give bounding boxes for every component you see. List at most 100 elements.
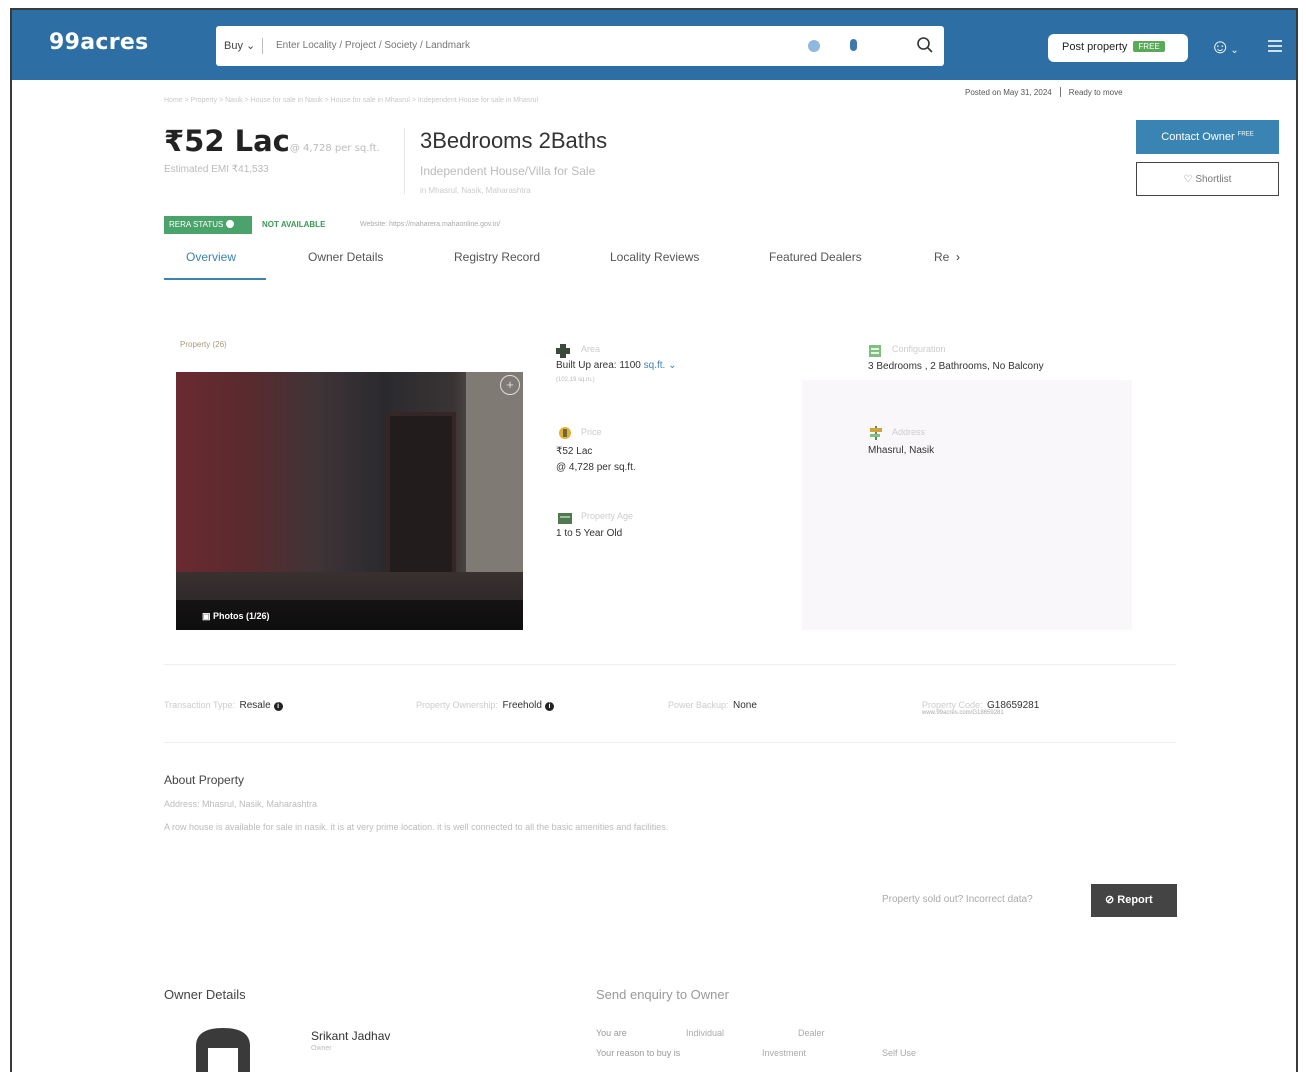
price-tag-icon <box>559 427 571 439</box>
rera-website[interactable]: Website: https://maharera.mahaonline.gov… <box>360 221 500 228</box>
listing-price: ₹52 Lac@ 4,728 per sq.ft. <box>164 124 380 158</box>
free-badge: FREE <box>1133 41 1165 52</box>
info-icon[interactable]: i <box>273 702 283 711</box>
tab-featured-dealers[interactable]: Featured Dealers <box>769 250 862 264</box>
area-value: Built Up area: 1100 sq.ft. ⌄ <box>556 360 677 371</box>
area-value-text: Built Up area: 1100 <box>556 360 641 371</box>
search-bar: Buy ⌄ <box>216 26 944 66</box>
tab-overview[interactable]: Overview <box>186 250 236 264</box>
photo-door <box>386 412 456 582</box>
property-code-url[interactable]: www.99acres.com/G18659281 <box>922 710 1004 716</box>
address-label: Address <box>892 427 926 437</box>
report-question: Property sold out? Incorrect data? <box>882 894 1033 905</box>
map-placeholder <box>802 380 1132 630</box>
rera-availability: NOT AVAILABLE <box>262 220 326 229</box>
tab-owner-details[interactable]: Owner Details <box>308 250 383 264</box>
fact-ownership: Property Ownership: Freehold i <box>416 695 554 713</box>
rera-info-icon[interactable] <box>226 220 235 228</box>
divider-top <box>164 664 1176 665</box>
owner-avatar-icon <box>196 1028 250 1072</box>
info-icon[interactable]: i <box>544 702 554 711</box>
tab-registry-record[interactable]: Registry Record <box>454 250 540 264</box>
fact-transaction: Transaction Type: Resale i <box>164 695 283 713</box>
enquiry-heading: Send enquiry to Owner <box>596 987 729 1002</box>
price-value: ₹52 Lac <box>164 124 290 158</box>
owner-details-heading: Owner Details <box>164 987 246 1002</box>
address-value: Mhasrul, Nasik <box>868 445 935 456</box>
camera-icon: ▣ <box>202 611 211 621</box>
mic-icon[interactable] <box>850 39 857 51</box>
you-are-label: You are <box>596 1028 627 1038</box>
transaction-value: Resale <box>239 700 271 711</box>
tab-re[interactable]: Re <box>934 250 949 264</box>
option-dealer[interactable]: Dealer <box>798 1028 825 1038</box>
area-sqm: (102.19 sq.m.) <box>556 377 595 383</box>
ownership-label: Property Ownership: <box>416 700 499 710</box>
property-photo[interactable]: + ▣ Photos (1/26) <box>176 372 523 630</box>
posted-info: Posted on May 31, 2024 Ready to move <box>965 87 1123 97</box>
about-description: A row house is available for sale in nas… <box>164 822 669 832</box>
posted-date: Posted on May 31, 2024 <box>965 88 1052 97</box>
buy-dropdown[interactable]: Buy ⌄ <box>224 39 255 52</box>
power-backup-label: Power Backup: <box>668 700 729 710</box>
top-navbar: 99acres Buy ⌄ Post property FREE ☺⌄ <box>12 10 1296 80</box>
area-unit-dropdown[interactable]: sq.ft. ⌄ <box>644 360 677 371</box>
posted-separator <box>1059 87 1061 97</box>
configuration-label: Configuration <box>892 344 946 354</box>
post-property-button[interactable]: Post property FREE <box>1048 34 1188 62</box>
tab-locality-reviews[interactable]: Locality Reviews <box>610 250 699 264</box>
area-label: Area <box>581 344 601 354</box>
search-divider <box>262 38 263 54</box>
configuration-icon <box>869 345 881 357</box>
owner-role: Owner <box>311 1045 332 1052</box>
breadcrumb[interactable]: Home > Property > Nasik > House for sale… <box>164 97 538 104</box>
area-icon <box>556 344 570 358</box>
about-property-heading: About Property <box>164 773 245 787</box>
zoom-icon[interactable]: + <box>500 375 520 395</box>
estimated-emi[interactable]: Estimated EMI ₹41,533 <box>164 164 269 175</box>
calendar-icon <box>558 513 572 524</box>
report-button[interactable]: ⊘ Report <box>1091 884 1177 917</box>
browser-frame: 99acres Buy ⌄ Post property FREE ☺⌄ Home … <box>10 8 1298 1072</box>
option-individual[interactable]: Individual <box>686 1028 724 1038</box>
user-account-icon[interactable]: ☺⌄ <box>1210 36 1239 59</box>
listing-location: in Mhasrul, Nasik, Maharashtra <box>420 186 531 195</box>
divider-bottom <box>164 742 1176 743</box>
price-spec-per: @ 4,728 per sq.ft. <box>556 462 636 473</box>
property-age-value: 1 to 5 Year Old <box>556 528 623 539</box>
active-tab-indicator <box>164 278 266 280</box>
ownership-value: Freehold <box>502 700 542 711</box>
search-icon[interactable] <box>916 36 934 54</box>
power-backup-value: None <box>732 700 757 711</box>
price-label: Price <box>581 427 602 437</box>
rera-badge-label: RERA STATUS <box>169 220 224 229</box>
location-icon[interactable] <box>808 40 820 52</box>
price-per-sqft: @ 4,728 per sq.ft. <box>289 143 380 154</box>
possession-status: Ready to move <box>1068 88 1123 97</box>
price-spec-value: ₹52 Lac <box>556 446 593 457</box>
report-icon: ⊘ <box>1105 894 1115 906</box>
contact-owner-button[interactable]: Contact Owner FREE <box>1136 120 1279 154</box>
title-divider <box>404 128 405 194</box>
about-address: Address: Mhasrul, Nasik, Maharashtra <box>164 799 318 809</box>
listing-title: 3Bedrooms 2Baths <box>420 128 608 153</box>
address-signpost-icon <box>870 426 882 440</box>
post-property-label: Post property <box>1062 41 1128 53</box>
contact-owner-label: Contact Owner <box>1161 131 1235 143</box>
property-age-label: Property Age <box>581 511 634 521</box>
configuration-value: 3 Bedrooms , 2 Bathrooms, No Balcony <box>868 361 1044 372</box>
logo[interactable]: 99acres <box>49 30 148 55</box>
shortlist-button[interactable]: ♡ Shortlist <box>1136 162 1279 196</box>
option-investment[interactable]: Investment <box>762 1048 806 1058</box>
rera-status-badge: RERA STATUS <box>164 216 252 234</box>
search-input[interactable] <box>276 40 796 51</box>
tabs-next-arrow-icon[interactable]: › <box>956 250 960 264</box>
photo-counter[interactable]: ▣ Photos (1/26) <box>176 600 523 630</box>
reason-label: Your reason to buy is <box>596 1048 681 1058</box>
property-code-label: Property Code: <box>922 700 983 710</box>
owner-name: Srikant Jadhav <box>311 1029 391 1043</box>
hamburger-menu-icon[interactable] <box>1268 40 1282 55</box>
transaction-label: Transaction Type: <box>164 700 236 710</box>
heart-icon: ♡ <box>1183 174 1193 185</box>
option-self-use[interactable]: Self Use <box>882 1048 916 1058</box>
